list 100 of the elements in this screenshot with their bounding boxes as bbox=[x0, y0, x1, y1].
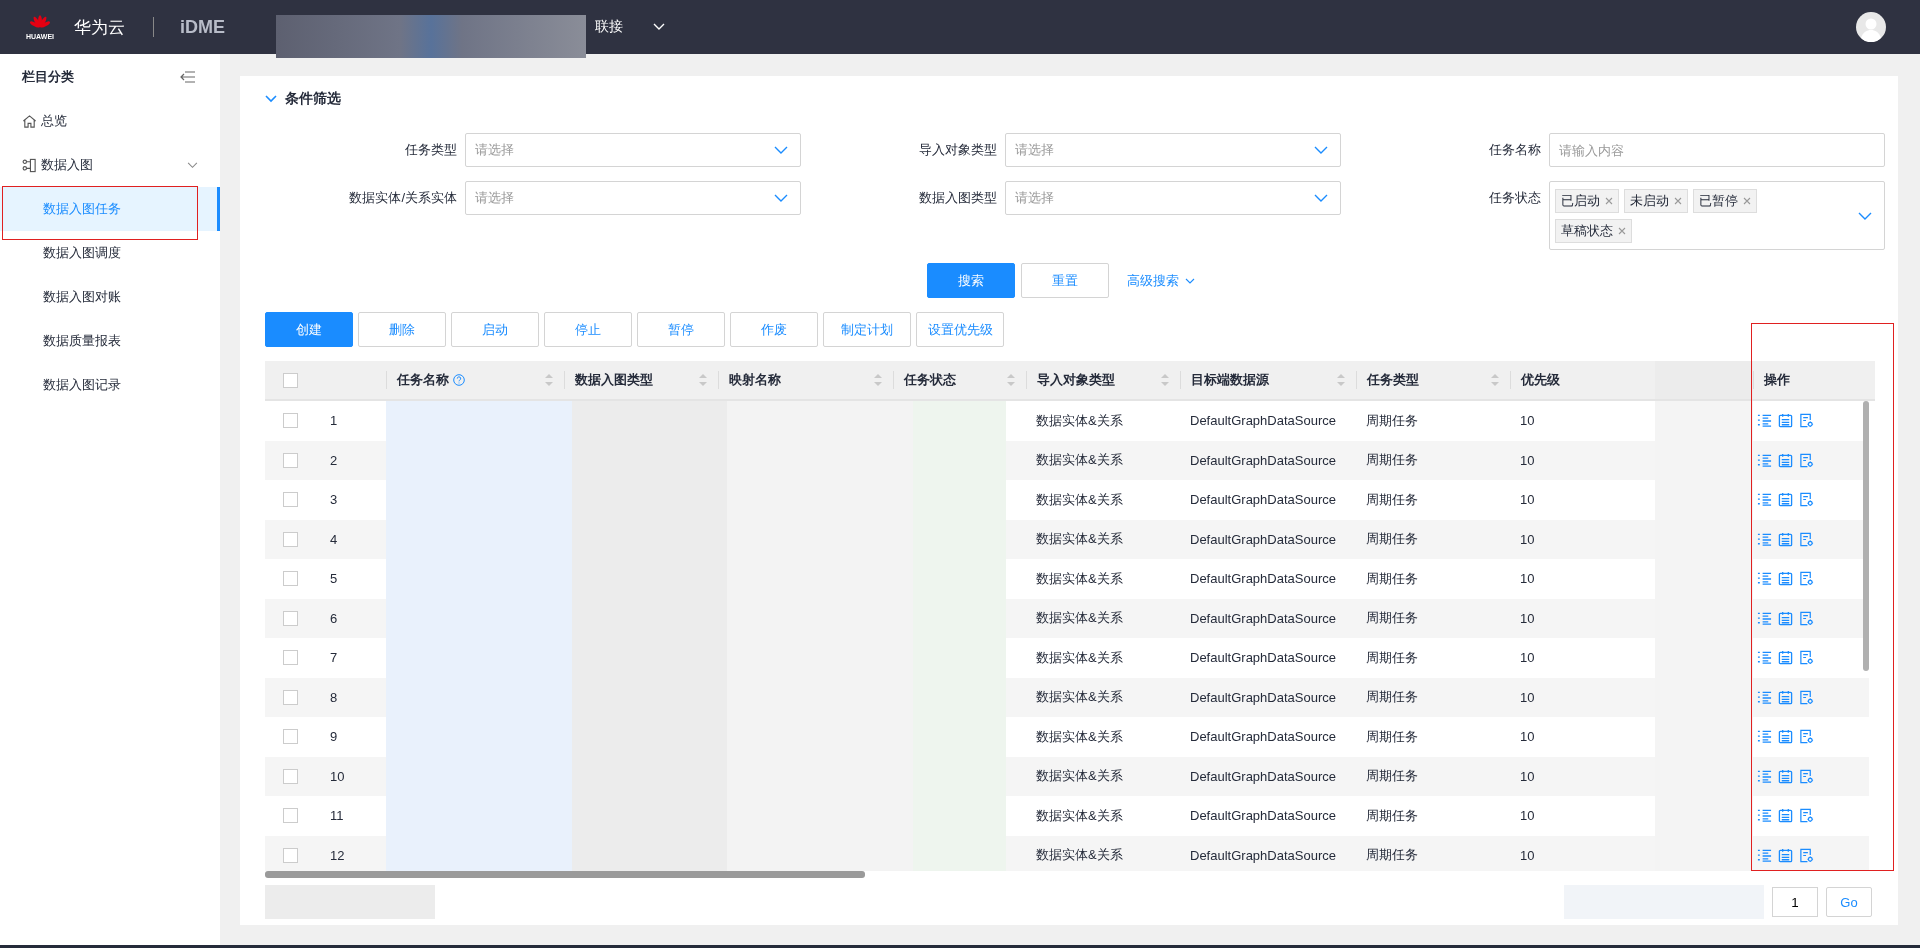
select-field[interactable]: 请选择 bbox=[465, 133, 801, 167]
list-icon[interactable] bbox=[1757, 571, 1772, 587]
sidebar-subitem[interactable]: 数据入图对账 bbox=[0, 275, 220, 319]
table-cell: 周期任务 bbox=[1366, 530, 1418, 549]
calendar-icon[interactable] bbox=[1778, 531, 1793, 547]
advanced-search-link[interactable]: 高级搜索 bbox=[1127, 271, 1179, 290]
column-header[interactable]: 任务类型 bbox=[1356, 371, 1510, 389]
toolbar-button[interactable]: 作废 bbox=[730, 312, 818, 347]
list-icon[interactable] bbox=[1757, 650, 1772, 666]
go-button[interactable]: Go bbox=[1826, 887, 1872, 917]
document-gear-icon[interactable] bbox=[1799, 610, 1814, 626]
table-cell: 周期任务 bbox=[1366, 490, 1418, 509]
column-header[interactable]: 目标端数据源 bbox=[1180, 371, 1356, 389]
toolbar-button[interactable]: 设置优先级 bbox=[916, 312, 1004, 347]
page-input[interactable]: 1 bbox=[1772, 887, 1818, 917]
checkbox[interactable] bbox=[283, 372, 298, 388]
checkbox[interactable] bbox=[283, 531, 298, 547]
document-gear-icon[interactable] bbox=[1799, 768, 1814, 784]
document-gear-icon[interactable] bbox=[1799, 650, 1814, 666]
column-header: 操作 bbox=[1753, 371, 1869, 389]
select-field[interactable]: 请选择 bbox=[1005, 133, 1341, 167]
toolbar-button[interactable]: 暂停 bbox=[637, 312, 725, 347]
document-gear-icon[interactable] bbox=[1799, 531, 1814, 547]
table-cell: 10 bbox=[1520, 808, 1535, 824]
checkbox[interactable] bbox=[283, 650, 298, 666]
calendar-icon[interactable] bbox=[1778, 689, 1793, 705]
document-gear-icon[interactable] bbox=[1799, 847, 1814, 863]
list-icon[interactable] bbox=[1757, 768, 1772, 784]
list-icon[interactable] bbox=[1757, 452, 1772, 468]
scrollbar[interactable] bbox=[1863, 401, 1869, 671]
checkbox[interactable] bbox=[283, 689, 298, 705]
column-header[interactable]: 任务名称 bbox=[386, 371, 564, 389]
column-header[interactable]: 任务状态 bbox=[893, 371, 1026, 389]
document-gear-icon[interactable] bbox=[1799, 413, 1814, 429]
calendar-icon[interactable] bbox=[1778, 729, 1793, 745]
list-icon[interactable] bbox=[1757, 847, 1772, 863]
checkbox[interactable] bbox=[283, 571, 298, 587]
document-gear-icon[interactable] bbox=[1799, 808, 1814, 824]
calendar-icon[interactable] bbox=[1778, 413, 1793, 429]
column-header[interactable]: 映射名称 bbox=[718, 371, 893, 389]
list-icon[interactable] bbox=[1757, 492, 1772, 508]
checkbox[interactable] bbox=[283, 413, 298, 429]
multi-select-field[interactable]: 已启动 未启动 已暂停 草稿状态 bbox=[1549, 181, 1885, 250]
select-field[interactable]: 请选择 bbox=[1005, 181, 1341, 215]
close-icon[interactable] bbox=[1743, 196, 1751, 205]
list-icon[interactable] bbox=[1757, 610, 1772, 626]
checkbox[interactable] bbox=[283, 492, 298, 508]
close-icon[interactable] bbox=[1618, 226, 1626, 235]
column-header[interactable]: 数据入图类型 bbox=[564, 371, 718, 389]
table-cell: 数据实体&关系 bbox=[1036, 727, 1123, 746]
list-icon[interactable] bbox=[1757, 729, 1772, 745]
document-gear-icon[interactable] bbox=[1799, 571, 1814, 587]
filter-title: 条件筛选 bbox=[285, 90, 341, 108]
calendar-icon[interactable] bbox=[1778, 768, 1793, 784]
select-field[interactable]: 请选择 bbox=[465, 181, 801, 215]
calendar-icon[interactable] bbox=[1778, 847, 1793, 863]
sidebar-item[interactable]: 总览 bbox=[0, 99, 220, 143]
close-icon[interactable] bbox=[1605, 196, 1613, 205]
sidebar-subitem[interactable]: 数据入图任务 bbox=[0, 187, 220, 231]
sidebar-subitem[interactable]: 数据质量报表 bbox=[0, 319, 220, 363]
sidebar-subitem[interactable]: 数据入图调度 bbox=[0, 231, 220, 275]
calendar-icon[interactable] bbox=[1778, 492, 1793, 508]
toolbar-button[interactable]: 启动 bbox=[451, 312, 539, 347]
document-gear-icon[interactable] bbox=[1799, 729, 1814, 745]
list-icon[interactable] bbox=[1757, 689, 1772, 705]
search-button[interactable]: 搜索 bbox=[927, 263, 1015, 298]
toolbar-button[interactable]: 制定计划 bbox=[823, 312, 911, 347]
list-icon[interactable] bbox=[1757, 808, 1772, 824]
scrollbar[interactable] bbox=[265, 871, 865, 878]
checkbox[interactable] bbox=[283, 768, 298, 784]
checkbox[interactable] bbox=[283, 847, 298, 863]
input-field[interactable]: 请输入内容 bbox=[1549, 133, 1885, 167]
column-header[interactable]: 导入对象类型 bbox=[1026, 371, 1180, 389]
collapse-icon[interactable] bbox=[180, 70, 196, 83]
calendar-icon[interactable] bbox=[1778, 571, 1793, 587]
calendar-icon[interactable] bbox=[1778, 452, 1793, 468]
list-icon[interactable] bbox=[1757, 531, 1772, 547]
close-icon[interactable] bbox=[1674, 196, 1682, 205]
reset-button[interactable]: 重置 bbox=[1021, 263, 1109, 298]
calendar-icon[interactable] bbox=[1778, 650, 1793, 666]
calendar-icon[interactable] bbox=[1778, 610, 1793, 626]
calendar-icon[interactable] bbox=[1778, 808, 1793, 824]
avatar-icon[interactable] bbox=[1856, 12, 1886, 42]
toolbar-button[interactable]: 停止 bbox=[544, 312, 632, 347]
document-gear-icon[interactable] bbox=[1799, 452, 1814, 468]
sidebar-item[interactable]: 数据入图 bbox=[0, 143, 220, 187]
list-icon[interactable] bbox=[1757, 413, 1772, 429]
checkbox[interactable] bbox=[283, 452, 298, 468]
help-icon[interactable] bbox=[453, 374, 465, 386]
field-label: 数据入图类型 bbox=[918, 189, 997, 207]
project-name[interactable]: 联接 bbox=[595, 18, 623, 36]
checkbox[interactable] bbox=[283, 808, 298, 824]
table-cell: 数据实体&关系 bbox=[1036, 648, 1123, 667]
checkbox[interactable] bbox=[283, 610, 298, 626]
toolbar-button[interactable]: 删除 bbox=[358, 312, 446, 347]
toolbar-button[interactable]: 创建 bbox=[265, 312, 353, 347]
sidebar-subitem[interactable]: 数据入图记录 bbox=[0, 363, 220, 407]
document-gear-icon[interactable] bbox=[1799, 689, 1814, 705]
document-gear-icon[interactable] bbox=[1799, 492, 1814, 508]
checkbox[interactable] bbox=[283, 729, 298, 745]
